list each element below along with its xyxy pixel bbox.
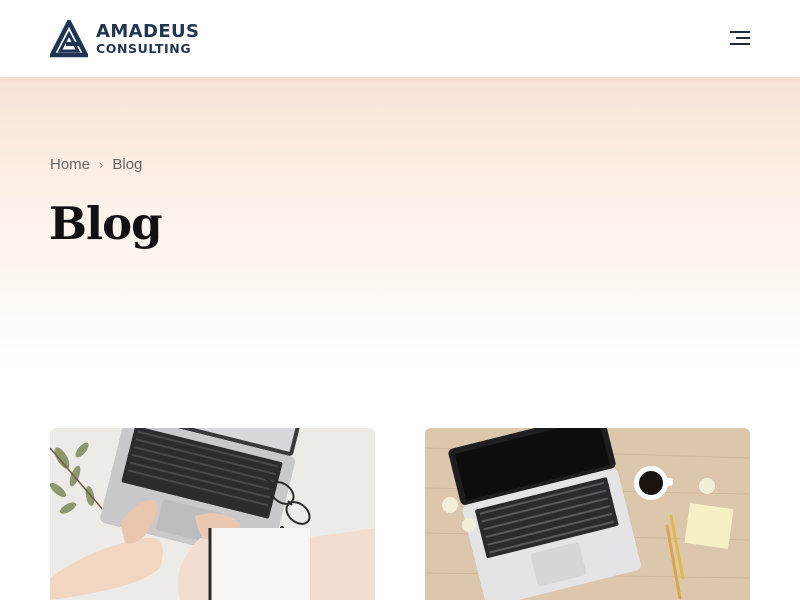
- logo-line-1: AMADEUS: [96, 20, 200, 42]
- sticky-note: [684, 503, 734, 549]
- post-image-laptop-typing: [50, 428, 375, 600]
- blog-post-card[interactable]: [425, 428, 750, 600]
- page-title: Blog: [49, 197, 163, 250]
- logo-wordmark: AMADEUS CONSULTING: [96, 20, 200, 56]
- breadcrumb-chevron-icon: ›: [99, 157, 104, 172]
- blog-post-card[interactable]: [50, 428, 375, 600]
- hamburger-menu-icon: [730, 31, 750, 45]
- post-image-laptop-desk: [425, 428, 750, 600]
- site-header: AMADEUS CONSULTING: [0, 0, 800, 77]
- page-hero: Home › Blog Blog: [0, 77, 800, 367]
- site-logo[interactable]: AMADEUS CONSULTING: [50, 20, 199, 58]
- menu-toggle-button[interactable]: [728, 29, 752, 49]
- breadcrumb-home-link[interactable]: Home: [50, 156, 90, 173]
- breadcrumb: Home › Blog: [50, 156, 142, 173]
- logo-triangle-icon: [50, 20, 88, 58]
- logo-line-2: CONSULTING: [96, 40, 192, 56]
- breadcrumb-current: Blog: [112, 156, 143, 173]
